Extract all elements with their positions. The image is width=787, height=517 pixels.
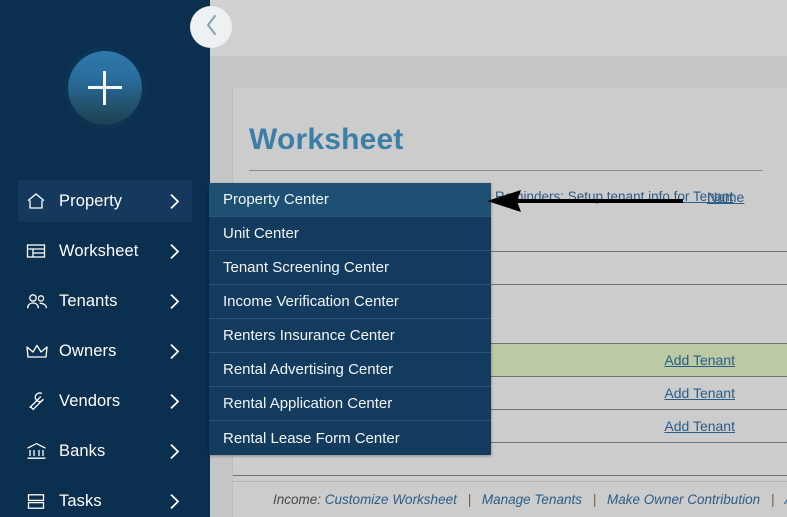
sidebar-item-label: Vendors <box>52 392 166 411</box>
sidebar-item-label: Property <box>52 192 166 211</box>
submenu-item-unit-center[interactable]: Unit Center <box>209 217 491 251</box>
submenu-item-rental-application-center[interactable]: Rental Application Center <box>209 387 491 421</box>
sidebar-item-tenants[interactable]: Tenants <box>18 280 192 322</box>
customize-worksheet-link[interactable]: Customize Worksheet <box>325 492 457 507</box>
add-tenant-cell: Add Tenant <box>664 385 735 401</box>
submenu-item-label: Income Verification Center <box>223 293 399 310</box>
sidebar-item-label: Owners <box>52 342 166 361</box>
submenu-item-tenant-screening-center[interactable]: Tenant Screening Center <box>209 251 491 285</box>
people-icon <box>26 290 52 312</box>
manage-tenants-link[interactable]: Manage Tenants <box>482 492 582 507</box>
footer-separator: | <box>586 492 604 507</box>
submenu-item-label: Rental Advertising Center <box>223 361 393 378</box>
submenu-item-label: Rental Lease Form Center <box>223 430 400 447</box>
add-tenant-link[interactable]: Add Tenant <box>664 385 735 401</box>
make-owner-contribution-link[interactable]: Make Owner Contribution <box>607 492 760 507</box>
submenu-item-income-verification-center[interactable]: Income Verification Center <box>209 285 491 319</box>
chevron-right-icon <box>166 443 182 460</box>
property-submenu: Property Center Unit Center Tenant Scree… <box>209 183 491 455</box>
plus-icon <box>88 71 122 105</box>
bank-icon <box>26 440 52 462</box>
sidebar-nav: Property Worksheet <box>0 180 210 517</box>
sidebar-item-label: Banks <box>52 442 166 461</box>
annotation-arrow <box>487 190 687 212</box>
sidebar-item-worksheet[interactable]: Worksheet <box>18 230 192 272</box>
submenu-item-rental-lease-form-center[interactable]: Rental Lease Form Center <box>209 421 491 455</box>
page-title: Worksheet <box>249 123 404 157</box>
submenu-item-renters-insurance-center[interactable]: Renters Insurance Center <box>209 319 491 353</box>
sidebar-collapse-button[interactable] <box>190 6 232 48</box>
submenu-item-property-center[interactable]: Property Center <box>209 183 491 217</box>
footer-links-inner: Income: Customize Worksheet | Manage Ten… <box>233 492 787 507</box>
sidebar-item-property[interactable]: Property <box>18 180 192 222</box>
wrench-icon <box>26 390 52 412</box>
submenu-item-label: Renters Insurance Center <box>223 327 395 344</box>
submenu-item-label: Tenant Screening Center <box>223 259 389 276</box>
sidebar-item-owners[interactable]: Owners <box>18 330 192 372</box>
reminder-tenant-name-link[interactable]: Name <box>707 189 744 205</box>
chevron-right-icon <box>166 193 182 210</box>
worksheet-footer-links: Income: Customize Worksheet | Manage Ten… <box>233 481 787 517</box>
submenu-item-label: Unit Center <box>223 225 299 242</box>
footer-separator: | <box>461 492 479 507</box>
crown-icon <box>26 340 52 362</box>
footer-prefix-label: Income: <box>273 492 321 507</box>
chevron-right-icon <box>166 493 182 510</box>
add-tenant-cell: Add Tenant <box>664 418 735 434</box>
sidebar-item-label: Tenants <box>52 292 166 311</box>
add-button[interactable] <box>68 51 142 125</box>
sidebar-item-label: Worksheet <box>52 242 166 261</box>
home-icon <box>26 190 52 212</box>
worksheet-icon <box>26 240 52 262</box>
app-root: Worksheet Reminders: Setup tenant info f… <box>0 0 787 517</box>
chevron-right-icon <box>166 293 182 310</box>
sidebar: Property Worksheet <box>0 0 210 517</box>
chevron-right-icon <box>166 343 182 360</box>
add-button-wrap <box>0 42 210 134</box>
chevron-left-icon <box>204 14 219 41</box>
tasks-icon <box>26 490 52 512</box>
add-tenant-cell: Add Tenant <box>664 352 735 368</box>
sidebar-item-vendors[interactable]: Vendors <box>18 380 192 422</box>
sidebar-item-tasks[interactable]: Tasks <box>18 480 192 517</box>
chevron-right-icon <box>166 243 182 260</box>
sidebar-item-banks[interactable]: Banks <box>18 430 192 472</box>
submenu-item-rental-advertising-center[interactable]: Rental Advertising Center <box>209 353 491 387</box>
add-tenant-link[interactable]: Add Tenant <box>664 352 735 368</box>
add-tenant-link[interactable]: Add Tenant <box>664 418 735 434</box>
sidebar-item-label: Tasks <box>52 492 166 511</box>
title-divider <box>249 170 763 171</box>
footer-separator: | <box>764 492 782 507</box>
chevron-right-icon <box>166 393 182 410</box>
submenu-item-label: Property Center <box>223 191 329 208</box>
submenu-item-label: Rental Application Center <box>223 395 392 412</box>
